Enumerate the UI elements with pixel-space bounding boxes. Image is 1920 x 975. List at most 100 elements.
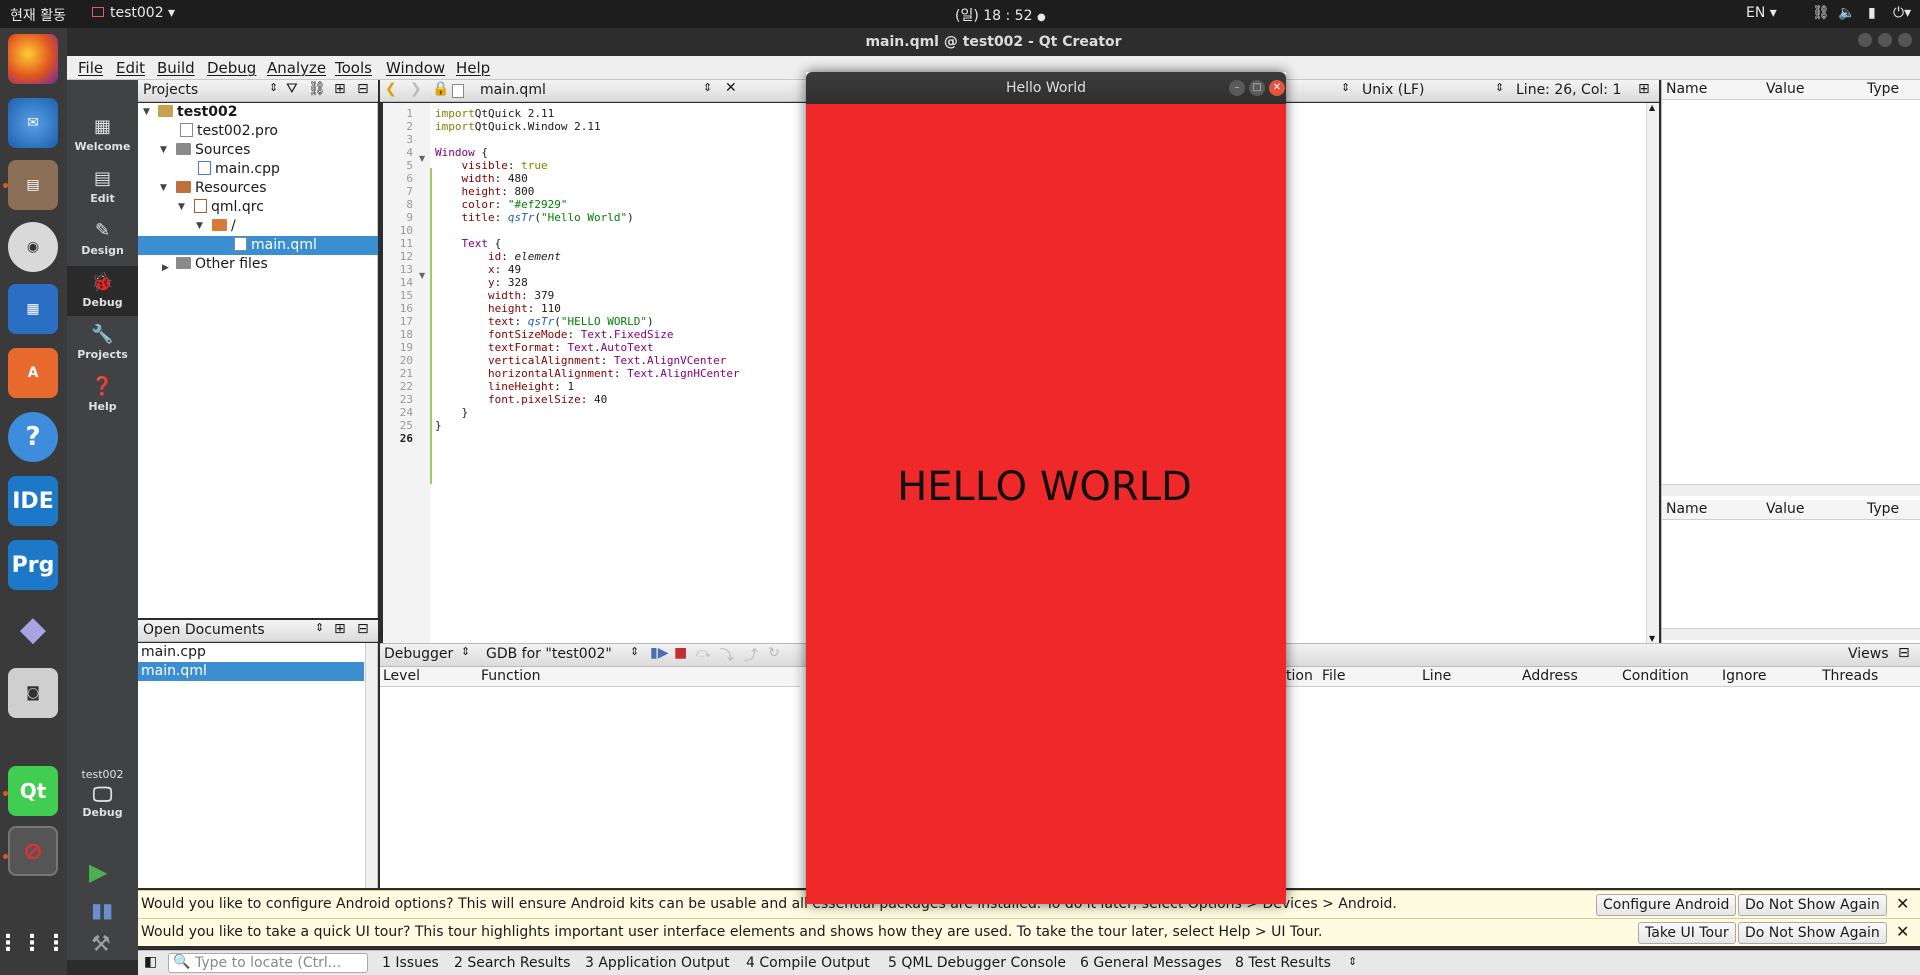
- close-button[interactable]: [1898, 33, 1912, 47]
- pane-compile-output[interactable]: 4 Compile Output: [746, 955, 870, 971]
- split-icon[interactable]: ⊞: [334, 621, 346, 637]
- tree-item-pro-file[interactable]: test002.pro: [180, 122, 278, 141]
- filter-icon[interactable]: ⛛: [286, 81, 298, 97]
- pane-application-output[interactable]: 3 Application Output: [585, 955, 730, 971]
- locals-col-value[interactable]: Value: [1766, 81, 1804, 97]
- mode-welcome[interactable]: ▦ Welcome: [67, 110, 138, 160]
- diamond-icon[interactable]: ◆: [8, 604, 58, 654]
- menu-analyze[interactable]: Analyze: [267, 59, 326, 77]
- menu-debug[interactable]: Debug: [207, 59, 256, 77]
- close-button[interactable]: ✕: [1269, 80, 1285, 96]
- scrollbar[interactable]: [365, 643, 377, 888]
- show-apps-icon[interactable]: ⋮⋮⋮: [0, 918, 67, 968]
- code-line[interactable]: width: 480: [435, 172, 528, 185]
- step-over-icon[interactable]: ⤼: [696, 645, 711, 661]
- selector-arrows-icon[interactable]: ⇕: [461, 645, 470, 658]
- qt-creator-icon[interactable]: Qt: [8, 766, 58, 816]
- stack-col-level[interactable]: Level: [383, 668, 420, 684]
- engine-selector[interactable]: GDB for "test002": [486, 646, 612, 662]
- firefox-icon[interactable]: [8, 34, 58, 84]
- mode-help[interactable]: ❓ Help: [67, 370, 138, 420]
- projects-selector[interactable]: Projects: [143, 82, 198, 98]
- camera-icon[interactable]: ◙: [8, 668, 58, 718]
- watchers-col-value[interactable]: Value: [1766, 501, 1804, 517]
- help-icon[interactable]: ?: [8, 412, 58, 462]
- writer-icon[interactable]: ▦: [8, 284, 58, 334]
- locator-input[interactable]: 🔍 Type to locate (Ctrl...: [168, 953, 368, 973]
- menu-build[interactable]: Build: [157, 59, 195, 77]
- fold-icon[interactable]: ▼: [419, 154, 425, 163]
- take-ui-tour-button[interactable]: Take UI Tour: [1638, 922, 1736, 944]
- open-doc-main-qml[interactable]: main.qml: [138, 662, 364, 681]
- tree-item-main-cpp[interactable]: main.cpp: [198, 160, 280, 179]
- locals-col-type[interactable]: Type: [1867, 81, 1899, 97]
- bp-col-threads[interactable]: Threads: [1822, 668, 1878, 684]
- pane-test-results[interactable]: 8 Test Results: [1235, 955, 1331, 971]
- stack-col-function[interactable]: Function: [481, 668, 541, 684]
- configure-android-button[interactable]: Configure Android: [1596, 894, 1737, 916]
- code-line[interactable]: verticalAlignment: Text.AlignVCenter: [435, 354, 726, 367]
- watchers-col-name[interactable]: Name: [1666, 501, 1707, 517]
- mode-design[interactable]: ✎ Design: [67, 214, 138, 264]
- selector-arrows-icon[interactable]: ⇕: [630, 645, 639, 658]
- close-icon[interactable]: ✕: [1896, 922, 1909, 941]
- forward-icon[interactable]: ❯: [410, 81, 422, 97]
- prg-app-icon[interactable]: Prg: [8, 540, 58, 590]
- battery-icon[interactable]: ▮: [1868, 5, 1876, 21]
- line-ending-selector[interactable]: Unix (LF): [1362, 82, 1425, 98]
- tree-item-main-qml[interactable]: main.qml: [138, 236, 378, 255]
- tree-item-root-prefix[interactable]: /: [212, 217, 236, 236]
- kit-selector[interactable]: 🖵 Debug: [67, 782, 138, 832]
- code-line[interactable]: visible: true: [435, 159, 548, 172]
- menu-file[interactable]: File: [78, 59, 103, 77]
- debug-run-icon[interactable]: ▮▮: [91, 898, 113, 922]
- watchers-col-type[interactable]: Type: [1867, 501, 1899, 517]
- pane-issues[interactable]: 1 Issues: [382, 955, 439, 971]
- app-menu[interactable]: test002 ▾: [92, 5, 175, 21]
- run-icon[interactable]: ▶: [89, 858, 107, 886]
- locals-col-name[interactable]: Name: [1666, 81, 1707, 97]
- continue-icon[interactable]: ▮▶: [650, 645, 668, 661]
- tree-item-project[interactable]: test002: [158, 103, 237, 122]
- network-icon[interactable]: ⛓: [1812, 5, 1830, 21]
- code-line[interactable]: lineHeight: 1: [435, 380, 574, 393]
- watchers-h-scrollbar[interactable]: [1662, 628, 1920, 640]
- code-line[interactable]: horizontalAlignment: Text.AlignHCenter: [435, 367, 740, 380]
- build-hammer-icon[interactable]: ⚒: [91, 932, 111, 957]
- bp-col-ignore[interactable]: Ignore: [1722, 668, 1767, 684]
- code-line[interactable]: title: qsTr("Hello World"): [435, 211, 634, 224]
- code-line[interactable]: importQtQuick.Window 2.11: [435, 120, 601, 133]
- do-not-show-again-button[interactable]: Do Not Show Again: [1738, 922, 1887, 944]
- close-pane-icon[interactable]: ⊟: [357, 621, 369, 637]
- sidebar-toggle-icon[interactable]: ◧: [144, 954, 157, 970]
- code-line[interactable]: x: 49: [435, 263, 521, 276]
- bp-col-line[interactable]: Line: [1422, 668, 1451, 684]
- step-out-icon[interactable]: ⤴: [744, 645, 758, 665]
- debugger-selector[interactable]: Debugger: [384, 646, 453, 662]
- code-line[interactable]: id: element: [435, 250, 561, 263]
- code-line[interactable]: height: 800: [435, 185, 535, 198]
- code-line[interactable]: height: 110: [435, 302, 561, 315]
- rhythmbox-icon[interactable]: ◉: [8, 222, 58, 272]
- close-pane-icon[interactable]: ⊟: [357, 81, 369, 97]
- files-icon[interactable]: ▤: [8, 160, 58, 210]
- code-line[interactable]: textFormat: Text.AutoText: [435, 341, 654, 354]
- open-documents-selector[interactable]: Open Documents: [143, 622, 265, 638]
- mode-edit[interactable]: ▤ Edit: [67, 162, 138, 212]
- open-doc-main-cpp[interactable]: main.cpp: [141, 643, 206, 662]
- views-menu[interactable]: Views: [1848, 646, 1889, 662]
- code-line[interactable]: width: 379: [435, 289, 554, 302]
- code-line[interactable]: }: [435, 406, 468, 419]
- document-selector[interactable]: main.qml: [480, 82, 546, 98]
- maximize-button[interactable]: [1878, 33, 1892, 47]
- pane-qml-debugger-console[interactable]: 5 QML Debugger Console: [888, 955, 1066, 971]
- thunderbird-icon[interactable]: ✉: [8, 98, 58, 148]
- code-line[interactable]: color: "#ef2929": [435, 198, 568, 211]
- input-language[interactable]: EN ▾: [1746, 5, 1777, 21]
- selector-arrows-icon[interactable]: ⇕: [1348, 955, 1357, 968]
- bp-col-condition[interactable]: Condition: [1622, 668, 1689, 684]
- selector-arrows-icon[interactable]: ⇕: [269, 81, 278, 94]
- close-pane-icon[interactable]: ⊟: [1898, 645, 1910, 661]
- menu-window[interactable]: Window: [386, 59, 445, 77]
- do-not-show-again-button[interactable]: Do Not Show Again: [1738, 894, 1887, 916]
